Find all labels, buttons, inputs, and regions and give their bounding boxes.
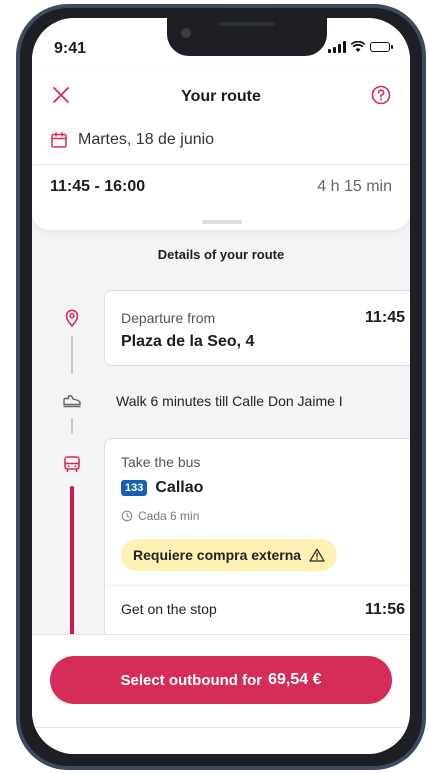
bus-line-name: Callao bbox=[155, 479, 204, 496]
camera bbox=[181, 28, 191, 38]
external-purchase-notice[interactable]: Requiere compra externa bbox=[121, 539, 338, 571]
status-icons bbox=[328, 40, 393, 54]
header: Your route bbox=[32, 72, 410, 120]
departure-time: 11:45 bbox=[364, 309, 405, 326]
battery-icon bbox=[370, 42, 393, 52]
stop-label: Get on the stop bbox=[121, 601, 217, 617]
bus-card: Take the bus 133 Callao Cada 6 min Requi… bbox=[104, 438, 410, 638]
notch bbox=[167, 18, 327, 56]
select-outbound-button[interactable]: Select outbound for 69,54 € bbox=[50, 656, 392, 704]
route-summary-card: Your route Martes, 18 de junio 11:45 - 1… bbox=[32, 72, 410, 230]
cta-price: 69,54 € bbox=[268, 671, 322, 688]
frequency-text: Cada 6 min bbox=[138, 509, 200, 523]
cta-label: Select outbound for bbox=[120, 671, 263, 689]
divider bbox=[32, 164, 410, 165]
bus-icon bbox=[64, 456, 80, 472]
status-time: 9:41 bbox=[54, 40, 87, 57]
divider bbox=[32, 727, 410, 728]
bus-line-badge: 133 bbox=[121, 480, 148, 496]
departure-label: Departure from bbox=[121, 310, 216, 326]
bottom-bar: Select outbound for 69,54 € bbox=[32, 634, 410, 754]
trip-duration: 4 h 15 min bbox=[317, 178, 392, 195]
wifi-icon bbox=[351, 41, 365, 52]
timeline-line bbox=[71, 336, 73, 374]
departure-place: Plaza de la Seo, 4 bbox=[121, 333, 255, 350]
phone-screen: 9:41 Your route Martes, 18 de junio 11:4… bbox=[32, 18, 410, 754]
phone-side-button bbox=[16, 158, 19, 188]
page-title: Your route bbox=[181, 88, 261, 105]
section-title: Details of your route bbox=[157, 247, 285, 262]
date-row: Martes, 18 de junio bbox=[50, 128, 392, 152]
divider bbox=[105, 585, 410, 586]
warning-icon bbox=[309, 548, 325, 562]
speaker bbox=[219, 22, 275, 26]
clock-icon bbox=[121, 510, 133, 522]
phone-power-button bbox=[423, 218, 426, 298]
phone-frame: 9:41 Your route Martes, 18 de junio 11:4… bbox=[16, 4, 426, 770]
location-pin-icon bbox=[65, 309, 79, 328]
stop-time: 11:56 bbox=[364, 601, 405, 618]
frequency-row: Cada 6 min bbox=[121, 509, 199, 523]
bus-label: Take the bus bbox=[121, 454, 201, 470]
time-range: 11:45 - 16:00 bbox=[50, 178, 146, 195]
bus-line-row: 133 Callao bbox=[121, 479, 203, 497]
bus-route-line bbox=[70, 486, 74, 636]
departure-card: Departure from 11:45 Plaza de la Seo, 4 bbox=[104, 290, 410, 366]
drag-handle[interactable] bbox=[202, 220, 242, 224]
notice-text: Requiere compra externa bbox=[133, 547, 302, 563]
timeline-line bbox=[71, 418, 73, 434]
walk-instruction: Walk 6 minutes till Calle Don Jaime I bbox=[116, 393, 343, 409]
times-row: 11:45 - 16:00 4 h 15 min bbox=[50, 178, 392, 196]
trip-date: Martes, 18 de junio bbox=[78, 131, 215, 148]
walk-shoe-icon bbox=[63, 395, 81, 408]
phone-volume-button bbox=[16, 208, 19, 268]
help-icon[interactable] bbox=[370, 84, 392, 106]
signal-icon bbox=[328, 41, 346, 53]
calendar-icon bbox=[51, 132, 67, 148]
